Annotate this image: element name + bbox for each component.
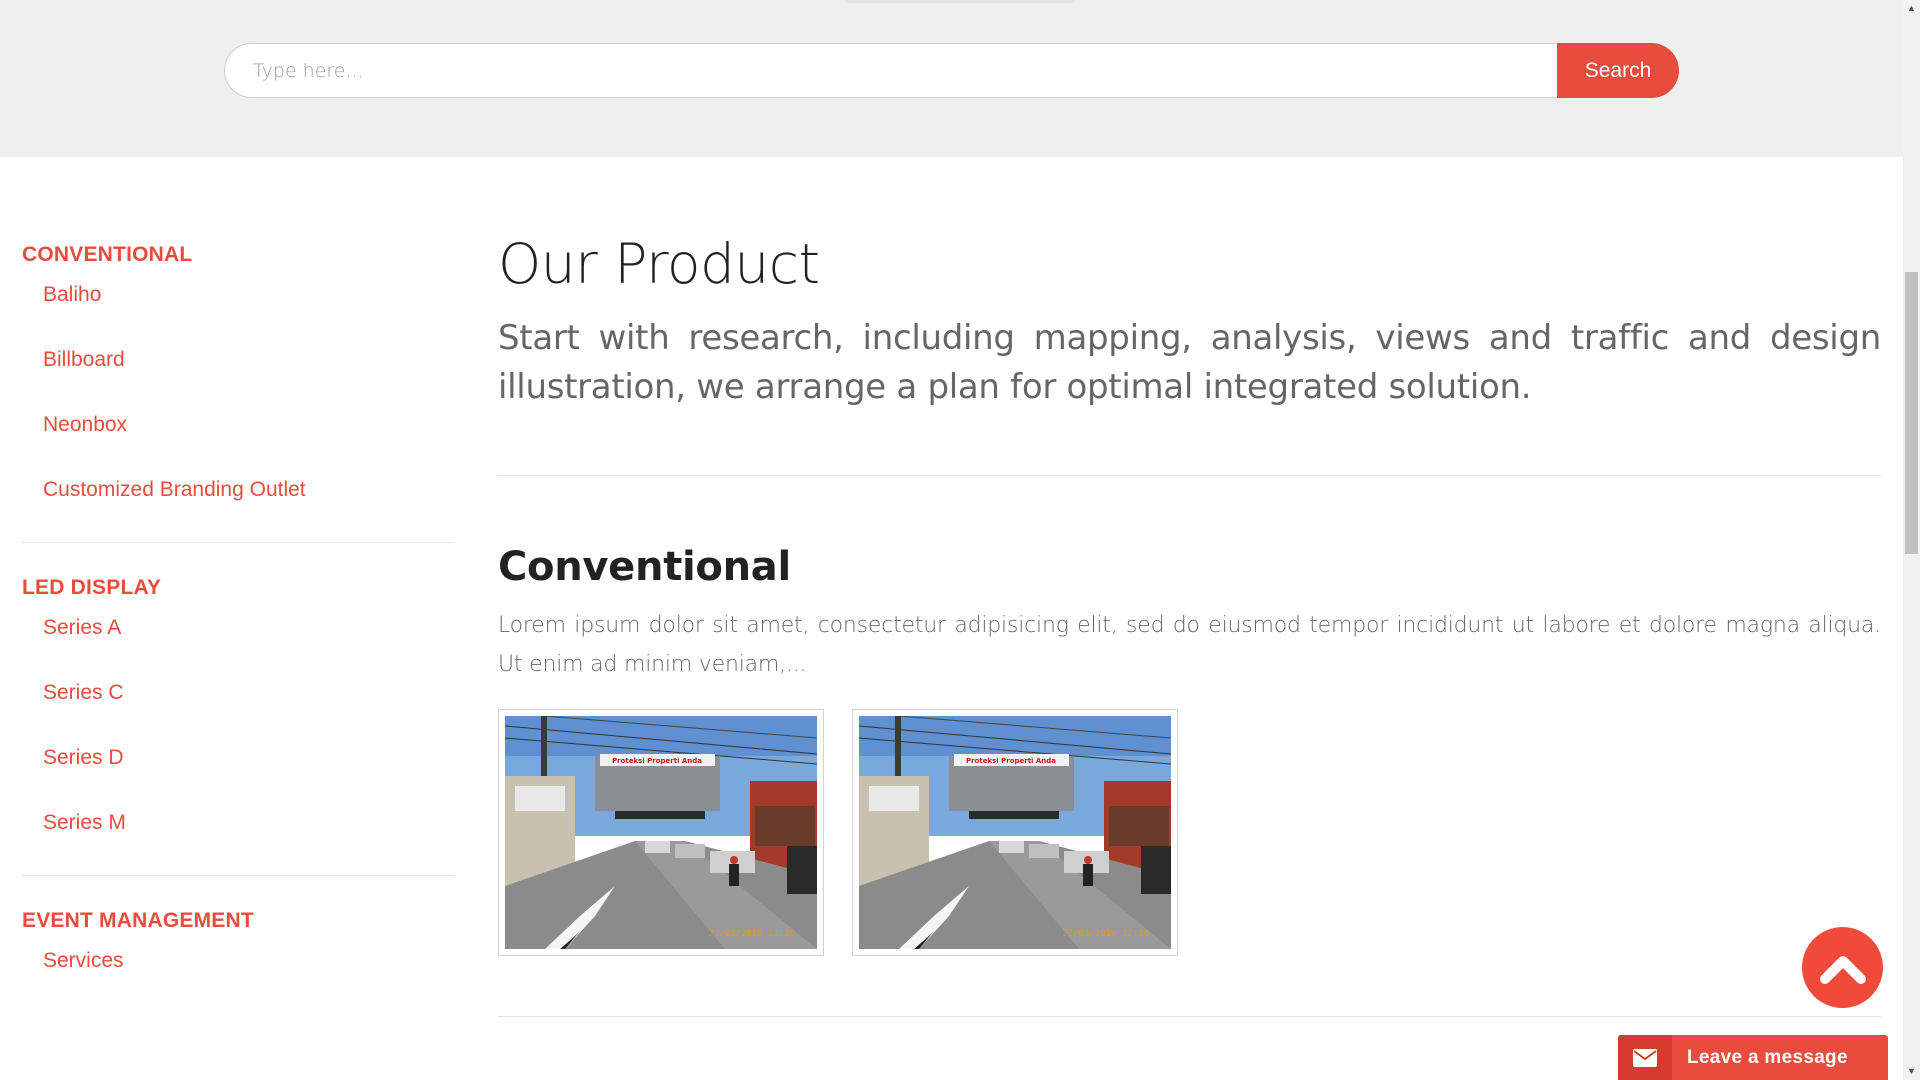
product-thumbnail[interactable]: Proteksi Properti Anda 22/03/2010 12:10 [498,709,824,956]
list-item: Baliho [22,280,454,345]
header-shadow [845,0,1075,3]
category-heading: LED DISPLAY [22,576,162,599]
sidebar-link-services[interactable]: Services [22,946,454,976]
scroll-up-arrow-icon[interactable]: ▲ [1903,0,1920,17]
list-item: Series A [22,613,454,678]
category-list: Baliho Billboard Neonbox Customized Bran… [22,280,454,540]
list-item: Billboard [22,345,454,410]
list-item: Services [22,946,454,1011]
leave-message-button[interactable]: Leave a message [1618,1035,1888,1080]
envelope-icon [1618,1035,1672,1080]
billboard-text: Proteksi Properti Anda [966,757,1056,765]
search-band: Search [0,0,1903,157]
product-thumbnail[interactable]: Proteksi Properti Anda 22/03/2010 12:10 [852,709,1178,956]
sidebar-link-series-m[interactable]: Series M [22,808,454,838]
search-input[interactable] [224,43,1557,98]
category-list: Services [22,946,454,1011]
billboard-photo: Proteksi Properti Anda 22/03/2010 12:10 [859,716,1171,949]
divider [22,542,454,543]
list-item: Series C [22,678,454,743]
divider [498,1016,1881,1017]
sidebar-link-customized-branding-outlet[interactable]: Customized Branding Outlet [22,475,454,505]
category-group-conventional: CONVENTIONAL Baliho Billboard Neonbox Cu… [22,240,454,543]
section-title: Conventional [498,544,791,590]
sidebar-link-baliho[interactable]: Baliho [22,280,454,310]
sidebar-link-neonbox[interactable]: Neonbox [22,410,454,440]
category-heading: EVENT MANAGEMENT [22,909,254,932]
leave-message-label: Leave a message [1687,1046,1848,1068]
section-description: Lorem ipsum dolor sit amet, consectetur … [498,613,1881,677]
list-item: Series M [22,808,454,873]
chevron-up-icon [1819,955,1866,984]
photo-timestamp: 22/03/2010 12:10 [1062,929,1149,939]
photo-timestamp: 22/03/2010 12:10 [708,929,795,939]
sidebar-link-series-c[interactable]: Series C [22,678,454,708]
sidebar-link-billboard[interactable]: Billboard [22,345,454,375]
page-lead: Start with research, including mapping, … [498,318,1881,407]
divider [498,475,1881,476]
scroll-down-arrow-icon[interactable]: ▼ [1903,1063,1920,1080]
category-group-led-display: LED DISPLAY Series A Series C Series D S… [22,573,454,876]
page-title: Our Product [498,232,820,296]
divider [22,875,454,876]
thumbnail-gallery: Proteksi Properti Anda 22/03/2010 12:10 [498,709,1881,956]
page-scrollbar[interactable]: ▲ ▼ [1903,0,1920,1080]
back-to-top-button[interactable] [1802,927,1883,1008]
billboard-text: Proteksi Properti Anda [612,757,702,765]
search-form: Search [224,43,1679,98]
billboard-photo: Proteksi Properti Anda 22/03/2010 12:10 [505,716,817,949]
sidebar-link-series-a[interactable]: Series A [22,613,454,643]
main-content: Our Product Start with research, includi… [498,228,1881,1017]
product-category-sidebar: CONVENTIONAL Baliho Billboard Neonbox Cu… [22,240,454,1011]
category-heading: CONVENTIONAL [22,243,193,266]
list-item: Neonbox [22,410,454,475]
category-list: Series A Series C Series D Series M [22,613,454,873]
sidebar-link-series-d[interactable]: Series D [22,743,454,773]
list-item: Series D [22,743,454,808]
search-button[interactable]: Search [1557,43,1679,98]
scroll-thumb[interactable] [1905,272,1918,554]
category-group-event-management: EVENT MANAGEMENT Services [22,906,454,1011]
list-item: Customized Branding Outlet [22,475,454,540]
